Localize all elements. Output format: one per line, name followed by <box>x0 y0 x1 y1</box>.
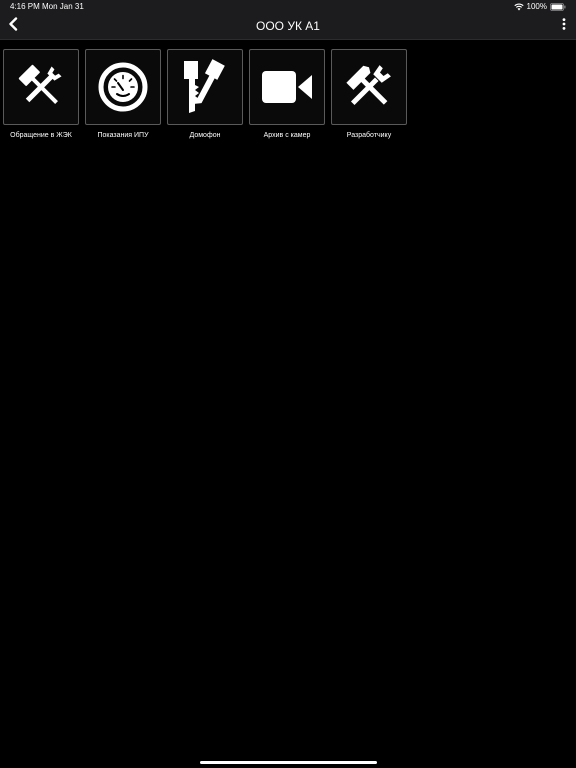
battery-percent: 100% <box>526 2 547 11</box>
tools-icon <box>342 60 396 114</box>
services-grid: Обращение в ЖЭК Показания ИПУ Домофон Ар… <box>3 49 407 139</box>
video-camera-icon <box>260 67 314 107</box>
tile-icon-box <box>249 49 325 125</box>
wifi-icon <box>513 3 524 11</box>
tile-label: Домофон <box>189 132 221 139</box>
tile-housing-request[interactable]: Обращение в ЖЭК <box>3 49 79 139</box>
hammer-wrench-icon <box>15 61 67 113</box>
tile-label: Архив с камер <box>263 132 311 139</box>
battery-icon <box>550 3 566 11</box>
more-vertical-icon <box>562 17 566 35</box>
tile-meter-readings[interactable]: Показания ИПУ <box>85 49 161 139</box>
page-title: ООО УК А1 <box>256 19 320 33</box>
tile-label: Обращение в ЖЭК <box>10 132 72 139</box>
tile-icon-box <box>167 49 243 125</box>
tile-icon-box <box>331 49 407 125</box>
app-screen: 4:16 PM Mon Jan 31 100% ООО УК А1 Обраще… <box>0 0 576 768</box>
gauge-icon <box>97 61 149 113</box>
navigation-bar: ООО УК А1 <box>0 14 576 40</box>
key-icon <box>178 57 232 117</box>
status-time: 4:16 PM <box>10 2 40 11</box>
tile-camera-archive[interactable]: Архив с камер <box>249 49 325 139</box>
status-indicators: 100% <box>513 0 566 14</box>
tile-icon-box <box>85 49 161 125</box>
tile-label: Показания ИПУ <box>97 132 149 139</box>
tile-label: Разработчику <box>346 132 392 139</box>
home-indicator[interactable] <box>200 761 377 764</box>
more-menu-button[interactable] <box>558 16 570 36</box>
status-date: Mon Jan 31 <box>42 2 84 11</box>
tile-developer[interactable]: Разработчику <box>331 49 407 139</box>
status-bar: 4:16 PM Mon Jan 31 100% <box>0 0 576 14</box>
tile-icon-box <box>3 49 79 125</box>
tile-intercom[interactable]: Домофон <box>167 49 243 139</box>
